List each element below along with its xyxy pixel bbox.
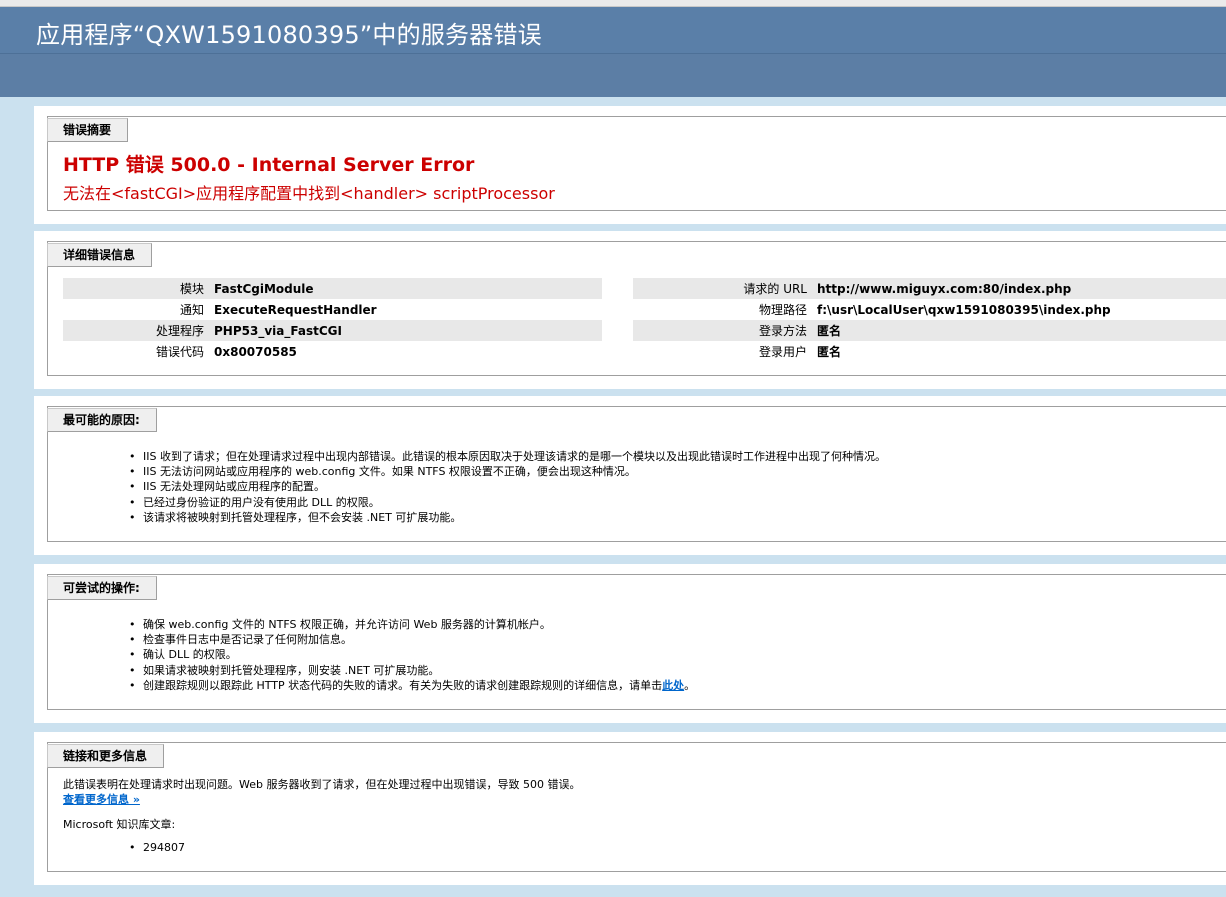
detailed-error-section: 详细错误信息 模块 FastCgiModule 通知 ExecuteReques… xyxy=(34,231,1226,389)
table-row: 错误代码 0x80070585 xyxy=(63,341,602,362)
table-row: 登录方法 匿名 xyxy=(633,320,1226,341)
error-summary-section: 错误摘要 HTTP 错误 500.0 - Internal Server Err… xyxy=(34,106,1226,224)
detail-key: 通知 xyxy=(179,303,204,317)
detail-key: 处理程序 xyxy=(63,320,214,341)
detail-value: 匿名 xyxy=(817,345,842,359)
list-item: 该请求将被映射到托管处理程序，但不会安装 .NET 可扩展功能。 xyxy=(129,510,886,525)
kb-label: Microsoft 知识库文章: xyxy=(63,818,176,831)
detail-key: 登录方法 xyxy=(633,320,817,341)
detail-value: FastCgiModule xyxy=(214,278,602,299)
list-item: 检查事件日志中是否记录了任何附加信息。 xyxy=(129,632,695,647)
list-item: IIS 无法访问网站或应用程序的 web.config 文件。如果 NTFS 权… xyxy=(129,464,886,479)
detail-value: f:\usr\LocalUser\qxw1591080395\index.php xyxy=(817,302,1111,317)
error-subtitle: 无法在<fastCGI>应用程序配置中找到<handler> scriptPro… xyxy=(63,184,555,203)
detail-value: http://www.miguyx.com:80/index.php xyxy=(817,278,1226,299)
causes-legend: 最可能的原因: xyxy=(47,408,157,432)
list-item: 已经过身份验证的用户没有使用此 DLL 的权限。 xyxy=(129,495,886,510)
kb-list: 294807 xyxy=(129,840,185,855)
table-row: 物理路径 f:\usr\LocalUser\qxw1591080395\inde… xyxy=(633,299,1226,320)
links-description: 此错误表明在处理请求时出现问题。Web 服务器收到了请求，但在处理过程中出现错误… xyxy=(63,778,581,791)
table-row: 通知 ExecuteRequestHandler xyxy=(63,299,602,320)
list-item: 确认 DLL 的权限。 xyxy=(129,647,695,662)
actions-list: 确保 web.config 文件的 NTFS 权限正确，并允许访问 Web 服务… xyxy=(129,617,695,693)
list-item: 确保 web.config 文件的 NTFS 权限正确，并允许访问 Web 服务… xyxy=(129,617,695,632)
detail-value: PHP53_via_FastCGI xyxy=(214,320,602,341)
list-item: IIS 收到了请求；但在处理请求过程中出现内部错误。此错误的根本原因取决于处理该… xyxy=(129,449,886,464)
detail-value: 0x80070585 xyxy=(214,344,297,359)
detail-value: 匿名 xyxy=(817,320,1226,341)
links-section: 链接和更多信息 此错误表明在处理请求时出现问题。Web 服务器收到了请求，但在处… xyxy=(34,732,1226,885)
error-title: HTTP 错误 500.0 - Internal Server Error xyxy=(63,154,475,176)
table-row: 请求的 URL http://www.miguyx.com:80/index.p… xyxy=(633,278,1226,299)
detailed-error-legend: 详细错误信息 xyxy=(47,243,153,267)
detail-key: 模块 xyxy=(63,278,214,299)
trace-rule-link[interactable]: 此处 xyxy=(662,679,684,692)
trace-rule-suffix: 。 xyxy=(684,678,696,692)
trace-rule-text: 创建跟踪规则以跟踪此 HTTP 状态代码的失败的请求。有关为失败的请求创建跟踪规… xyxy=(143,678,663,692)
page-title: 应用程序“QXW1591080395”中的服务器错误 xyxy=(36,21,542,49)
detail-key: 登录用户 xyxy=(758,345,807,359)
details-left-table: 模块 FastCgiModule 通知 ExecuteRequestHandle… xyxy=(63,278,602,362)
actions-section: 可尝试的操作: 确保 web.config 文件的 NTFS 权限正确，并允许访… xyxy=(34,564,1226,723)
links-fieldset xyxy=(47,742,1226,872)
table-row: 处理程序 PHP53_via_FastCGI xyxy=(63,320,602,341)
list-item: IIS 无法处理网站或应用程序的配置。 xyxy=(129,479,886,494)
links-legend: 链接和更多信息 xyxy=(47,744,165,768)
error-summary-legend: 错误摘要 xyxy=(47,118,129,142)
more-info-link[interactable]: 查看更多信息 » xyxy=(63,793,140,806)
window-top-edge xyxy=(0,0,1226,7)
kb-article-item: 294807 xyxy=(129,840,185,855)
detail-value: ExecuteRequestHandler xyxy=(214,302,377,317)
table-row: 模块 FastCgiModule xyxy=(63,278,602,299)
list-item: 如果请求被映射到托管处理程序，则安装 .NET 可扩展功能。 xyxy=(129,663,695,678)
list-item: 创建跟踪规则以跟踪此 HTTP 状态代码的失败的请求。有关为失败的请求创建跟踪规… xyxy=(129,678,695,693)
actions-legend: 可尝试的操作: xyxy=(47,576,157,600)
details-right-table: 请求的 URL http://www.miguyx.com:80/index.p… xyxy=(633,278,1226,362)
detail-key: 物理路径 xyxy=(758,303,807,317)
header-subbar xyxy=(0,54,1226,97)
causes-section: 最可能的原因: IIS 收到了请求；但在处理请求过程中出现内部错误。此错误的根本… xyxy=(34,396,1226,555)
detail-key: 错误代码 xyxy=(155,345,204,359)
causes-list: IIS 收到了请求；但在处理请求过程中出现内部错误。此错误的根本原因取决于处理该… xyxy=(129,449,886,525)
table-row: 登录用户 匿名 xyxy=(633,341,1226,362)
detail-key: 请求的 URL xyxy=(633,278,817,299)
page-header: 应用程序“QXW1591080395”中的服务器错误 xyxy=(0,7,1226,54)
